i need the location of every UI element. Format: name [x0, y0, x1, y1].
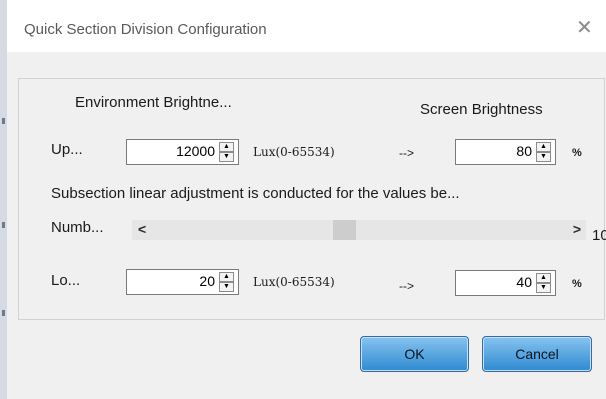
- spin-down-icon[interactable]: ▼: [219, 282, 234, 292]
- background-window-edge: [0, 0, 7, 399]
- upper-screen-value: 80: [516, 143, 532, 159]
- number-label: Numb...: [51, 219, 104, 236]
- lower-lux-value: 20: [199, 273, 215, 289]
- number-slider[interactable]: < >: [132, 220, 586, 240]
- edge-mark: [2, 118, 5, 124]
- screen-brightness-header: Screen Brightness: [420, 101, 543, 118]
- upper-lux-spinbox[interactable]: 12000 ▲ ▼: [126, 139, 239, 165]
- upper-screen-spinbox[interactable]: 80 ▲ ▼: [455, 139, 556, 165]
- upper-screen-unit: %: [572, 147, 582, 159]
- upper-arrow: -->: [399, 146, 414, 160]
- spin-down-icon[interactable]: ▼: [536, 152, 551, 162]
- lower-screen-unit: %: [572, 278, 582, 290]
- upper-lux-unit: Lux(0-65534): [253, 145, 335, 159]
- dialog-title: Quick Section Division Configuration: [24, 21, 267, 38]
- close-icon[interactable]: ✕: [576, 15, 593, 40]
- upper-lux-spin-buttons: ▲ ▼: [219, 142, 234, 162]
- upper-screen-spin-buttons: ▲ ▼: [536, 142, 551, 162]
- lower-screen-spinbox[interactable]: 40 ▲ ▼: [455, 270, 556, 296]
- lower-screen-spin-buttons: ▲ ▼: [536, 273, 551, 293]
- settings-panel: Environment Brightne... Screen Brightnes…: [18, 78, 606, 320]
- lower-lux-unit: Lux(0-65534): [253, 275, 335, 289]
- spin-up-icon[interactable]: ▲: [536, 142, 551, 152]
- title-bar: Quick Section Division Configuration ✕: [7, 0, 606, 52]
- upper-lux-value: 12000: [176, 143, 215, 159]
- edge-mark: [2, 310, 5, 316]
- spin-up-icon[interactable]: ▲: [536, 273, 551, 283]
- number-value: 10: [592, 227, 606, 244]
- lower-lux-spin-buttons: ▲ ▼: [219, 272, 234, 292]
- cancel-button[interactable]: Cancel: [482, 336, 592, 372]
- environment-brightness-header: Environment Brightne...: [75, 94, 232, 111]
- spin-down-icon[interactable]: ▼: [219, 152, 234, 162]
- lower-limit-label: Lo...: [51, 272, 81, 289]
- slider-thumb[interactable]: [333, 220, 356, 240]
- edge-mark: [2, 222, 5, 228]
- upper-limit-label: Up...: [51, 141, 83, 158]
- ok-button[interactable]: OK: [360, 336, 469, 372]
- quick-section-dialog: Quick Section Division Configuration ✕ E…: [7, 0, 606, 399]
- lower-screen-value: 40: [516, 274, 532, 290]
- scroll-right-icon[interactable]: >: [573, 221, 581, 237]
- spin-down-icon[interactable]: ▼: [536, 283, 551, 293]
- spin-up-icon[interactable]: ▲: [219, 272, 234, 282]
- scroll-left-icon[interactable]: <: [138, 221, 146, 237]
- subsection-note: Subsection linear adjustment is conducte…: [51, 185, 460, 202]
- spin-up-icon[interactable]: ▲: [219, 142, 234, 152]
- lower-lux-spinbox[interactable]: 20 ▲ ▼: [126, 269, 239, 295]
- lower-arrow: -->: [399, 279, 414, 293]
